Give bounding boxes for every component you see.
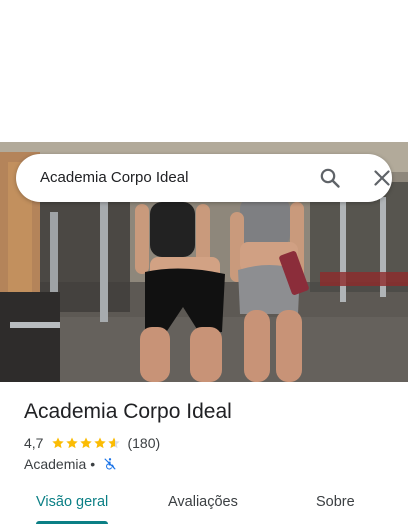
rating-value: 4,7 bbox=[24, 435, 44, 451]
rating-row[interactable]: 4,7 (180) bbox=[24, 434, 160, 452]
tab-reviews[interactable]: Avaliações bbox=[168, 494, 238, 510]
search-bar[interactable]: Academia Corpo Ideal bbox=[16, 154, 392, 202]
half-star-icon bbox=[108, 437, 121, 449]
separator-dot: • bbox=[90, 456, 96, 472]
search-icon[interactable] bbox=[318, 166, 342, 190]
review-count[interactable]: (180) bbox=[127, 435, 160, 451]
category-row: Academia • bbox=[24, 455, 117, 473]
star-icon bbox=[52, 437, 65, 449]
tab-about[interactable]: Sobre bbox=[316, 494, 355, 510]
no-wheelchair-access-icon[interactable] bbox=[103, 457, 117, 471]
search-input[interactable]: Academia Corpo Ideal bbox=[40, 169, 188, 186]
close-icon[interactable] bbox=[370, 166, 394, 190]
star-icon bbox=[66, 437, 79, 449]
star-rating bbox=[51, 436, 121, 450]
place-category: Academia bbox=[24, 456, 87, 472]
tab-overview[interactable]: Visão geral bbox=[36, 494, 108, 510]
star-icon bbox=[94, 437, 107, 449]
place-title: Academia Corpo Ideal bbox=[24, 400, 232, 423]
place-tabs: Visão geral Avaliações Sobre bbox=[0, 486, 408, 524]
star-icon bbox=[80, 437, 93, 449]
